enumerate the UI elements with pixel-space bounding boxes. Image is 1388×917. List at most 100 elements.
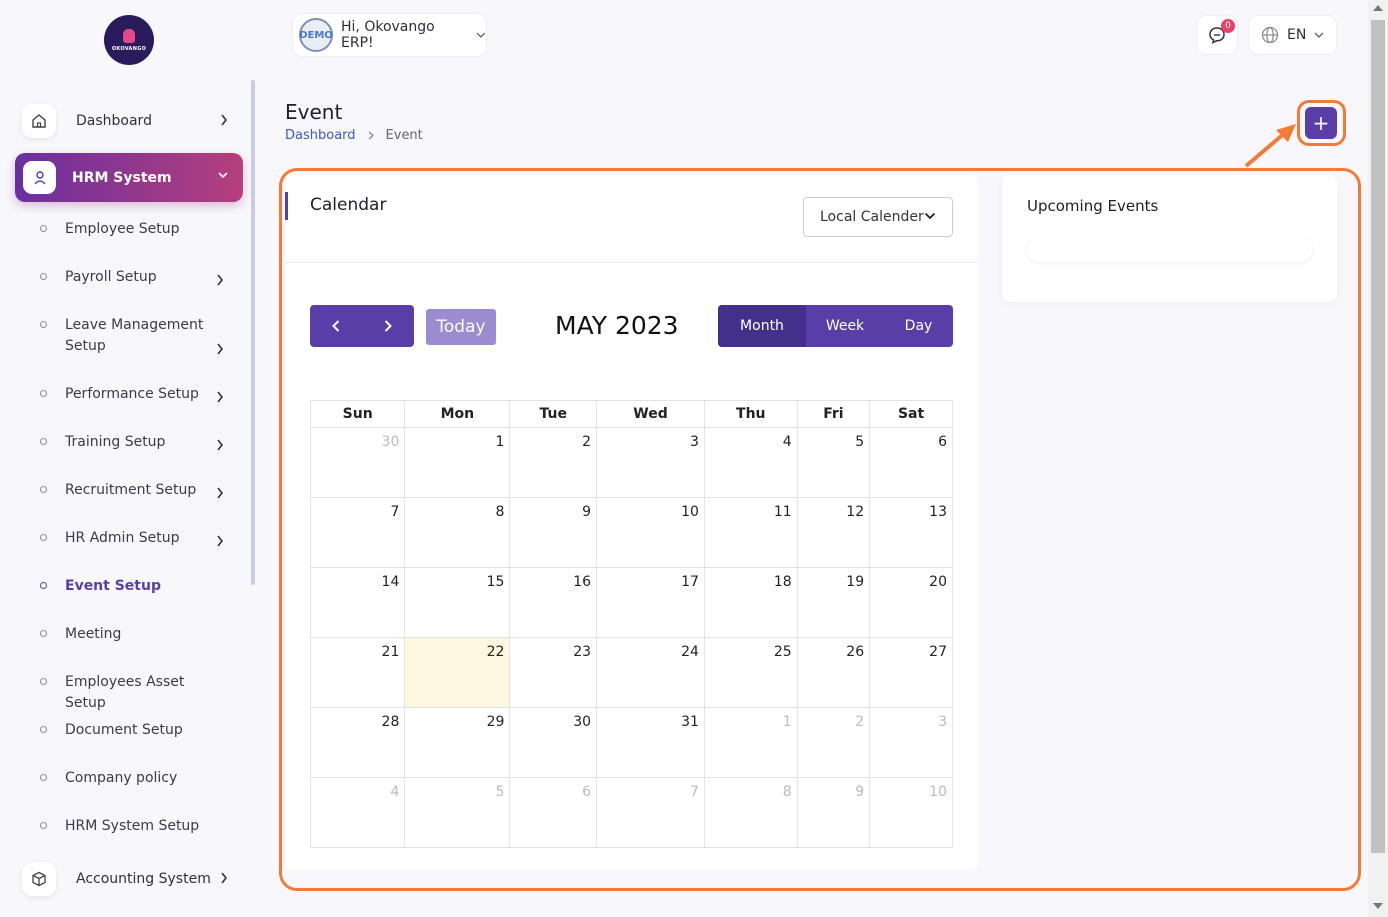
calendar-day-cell[interactable]: 24 <box>596 637 705 708</box>
chevron-down-icon <box>218 172 228 179</box>
calendar-title: Calendar <box>310 195 387 215</box>
calendar-day-cell[interactable]: 27 <box>869 637 953 708</box>
calendar-day-cell[interactable]: 11 <box>703 497 798 568</box>
sidebar: OKOVANGO Dashboard HRM System Employee S… <box>0 0 258 917</box>
calendar-day-cell[interactable]: 4 <box>703 427 798 498</box>
calendar-day-cell[interactable]: 1 <box>703 707 798 778</box>
calendar-day-cell[interactable]: 30 <box>309 427 406 498</box>
day-view-button[interactable]: Day <box>884 305 953 347</box>
calendar-day-cell[interactable]: 13 <box>869 497 953 568</box>
sidebar-item-dashboard[interactable]: Dashboard <box>22 104 242 138</box>
calendar-view-switcher: Month Week Day <box>718 305 953 347</box>
calendar-day-cell[interactable]: 8 <box>703 777 798 848</box>
month-view-button[interactable]: Month <box>718 305 806 347</box>
upcoming-events-card: Upcoming Events <box>1002 175 1337 302</box>
page-title: Event <box>285 100 343 124</box>
calendar-day-cell[interactable]: 9 <box>509 497 598 568</box>
calendar-day-cell[interactable]: 30 <box>509 707 598 778</box>
next-month-button[interactable] <box>362 305 414 347</box>
calendar-grid: Sun Mon Tue Wed Thu Fri Sat 30 1 2 3 4 5… <box>309 400 953 848</box>
calendar-day-cell[interactable]: 21 <box>309 637 406 708</box>
sidebar-subitem-label: Leave Management Setup <box>65 317 204 354</box>
avatar: DEMO <box>299 18 333 52</box>
calendar-day-cell[interactable]: 25 <box>703 637 798 708</box>
sidebar-scrollbar[interactable] <box>251 80 255 585</box>
calendar-day-cell[interactable]: 28 <box>309 707 406 778</box>
bullet-icon <box>40 438 47 445</box>
calendar-day-cell[interactable]: 19 <box>796 567 871 638</box>
bullet-icon <box>40 822 47 829</box>
chevron-right-icon <box>368 131 374 140</box>
calendar-day-cell[interactable]: 10 <box>869 777 953 848</box>
scroll-up-arrow-icon[interactable] <box>1373 5 1383 11</box>
calendar-day-cell[interactable]: 29 <box>404 707 511 778</box>
calendar-day-cell[interactable]: 8 <box>404 497 511 568</box>
calendar-day-cell[interactable]: 6 <box>869 427 953 498</box>
page-scrollbar-thumb[interactable] <box>1371 20 1385 853</box>
calendar-nav-group <box>310 305 414 347</box>
calendar-day-cell[interactable]: 26 <box>796 637 871 708</box>
sidebar-item-hrm-system[interactable]: HRM System <box>15 153 243 202</box>
calendar-week-row: 4 5 6 7 8 9 10 <box>309 777 953 848</box>
calendar-day-cell[interactable]: 3 <box>869 707 953 778</box>
calendar-day-cell[interactable]: 2 <box>796 707 871 778</box>
calendar-day-cell[interactable]: 9 <box>796 777 871 848</box>
calendar-week-row: 21 22 23 24 25 26 27 <box>309 637 953 708</box>
calendar-day-cell[interactable]: 7 <box>596 777 705 848</box>
sidebar-item-accounting-system[interactable]: Accounting System <box>22 862 242 896</box>
calendar-day-cell[interactable]: 14 <box>309 567 406 638</box>
calendar-day-cell[interactable]: 20 <box>869 567 953 638</box>
card-accent-bar <box>285 192 288 220</box>
notifications-button[interactable]: 0 <box>1196 15 1238 55</box>
calendar-day-cell[interactable]: 23 <box>509 637 598 708</box>
user-icon <box>23 161 56 194</box>
calendar-day-cell[interactable]: 5 <box>404 777 511 848</box>
calendar-day-cell[interactable]: 3 <box>596 427 705 498</box>
user-menu[interactable]: DEMO Hi, Okovango ERP! <box>292 13 487 57</box>
calendar-day-cell[interactable]: 7 <box>309 497 406 568</box>
chevron-right-icon <box>384 320 392 332</box>
calendar-day-cell[interactable]: 12 <box>796 497 871 568</box>
calendar-day-cell[interactable]: 17 <box>596 567 705 638</box>
calendar-day-cell[interactable]: 4 <box>309 777 406 848</box>
prev-month-button[interactable] <box>310 305 362 347</box>
chevron-right-icon <box>217 343 224 355</box>
language-selector[interactable]: EN <box>1248 15 1337 55</box>
chevron-down-icon <box>476 32 486 38</box>
calendar-day-cell[interactable]: 2 <box>509 427 598 498</box>
bullet-icon <box>40 774 47 781</box>
weekday-header: Mon <box>404 400 511 428</box>
sidebar-subitem-label: Document Setup <box>65 722 183 738</box>
calendar-day-cell[interactable]: 10 <box>596 497 705 568</box>
scroll-down-arrow-icon[interactable] <box>1373 903 1383 909</box>
home-icon <box>22 104 56 138</box>
calendar-day-cell[interactable]: 1 <box>404 427 511 498</box>
upcoming-events-title: Upcoming Events <box>1027 197 1159 215</box>
divider <box>285 262 978 263</box>
calendar-day-cell[interactable]: 15 <box>404 567 511 638</box>
company-logo[interactable]: OKOVANGO <box>104 15 154 65</box>
sidebar-subitem-label: HRM System Setup <box>65 818 200 834</box>
notification-count-badge: 0 <box>1221 19 1235 33</box>
annotation-arrow-icon <box>1244 124 1296 168</box>
breadcrumb-dashboard-link[interactable]: Dashboard <box>285 128 356 143</box>
chevron-left-icon <box>332 320 340 332</box>
calendar-source-select[interactable]: Local Calender <box>803 197 953 237</box>
calendar-day-cell[interactable]: 31 <box>596 707 705 778</box>
calendar-day-cell[interactable]: 16 <box>509 567 598 638</box>
weekday-header: Thu <box>703 400 798 428</box>
calendar-day-cell[interactable]: 6 <box>509 777 598 848</box>
bullet-icon <box>40 534 47 541</box>
chevron-right-icon <box>217 274 224 286</box>
today-button[interactable]: Today <box>426 309 496 345</box>
calendar-day-cell[interactable]: 18 <box>703 567 798 638</box>
weekday-header: Tue <box>509 400 598 428</box>
upcoming-events-list <box>1027 238 1312 262</box>
calendar-day-cell[interactable]: 5 <box>796 427 871 498</box>
add-event-button[interactable]: + <box>1305 107 1337 139</box>
user-greeting: Hi, Okovango ERP! <box>341 19 435 51</box>
week-view-button[interactable]: Week <box>806 305 884 347</box>
sidebar-subitem-label: Recruitment Setup <box>65 482 197 498</box>
calendar-day-cell-today[interactable]: 22 <box>404 637 511 708</box>
calendar-month-title: MAY 2023 <box>555 311 679 340</box>
